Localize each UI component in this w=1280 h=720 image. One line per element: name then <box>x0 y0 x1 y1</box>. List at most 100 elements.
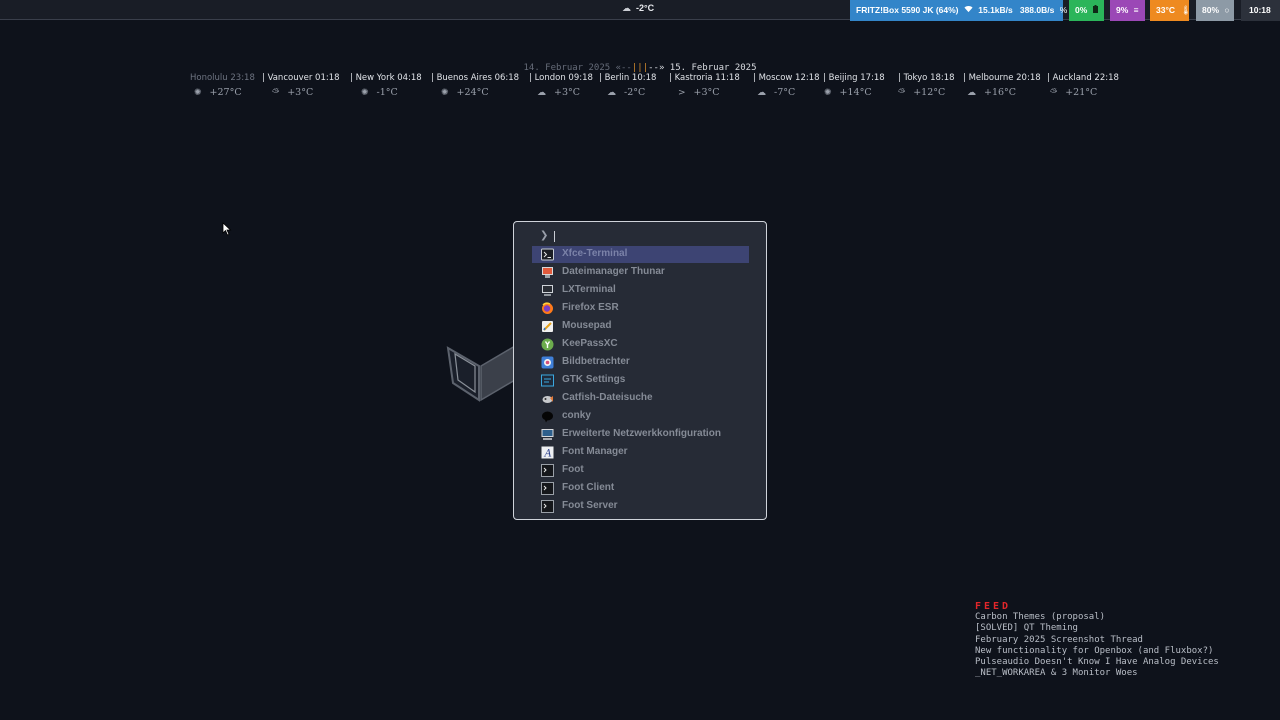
brightness-module[interactable]: 80% ○ <box>1196 0 1234 21</box>
city-weather: ☁ +3°C <box>537 87 580 98</box>
feed-item[interactable]: [SOLVED] QT Theming <box>975 623 1219 634</box>
launcher-item-label: Font Manager <box>562 446 628 457</box>
launcher-item-label: Bildbetrachter <box>562 356 630 367</box>
clock-time: 10:18 <box>1249 5 1271 15</box>
launcher-item-foot-server[interactable]: Foot Server <box>532 498 749 515</box>
launcher-item-mousepad[interactable]: Mousepad <box>532 318 749 335</box>
city-weather: ☁ -7°C <box>757 87 795 98</box>
cpu-module[interactable]: 9% ≡ <box>1110 0 1145 21</box>
launcher-item-gtk-settings[interactable]: GTK Settings <box>532 372 749 389</box>
partly-cloudy-icon: ⛅︎ <box>898 88 906 98</box>
temperature-module[interactable]: 33°C 🌡︎ <box>1150 0 1192 21</box>
sun-icon: ✺ <box>441 88 449 98</box>
launcher-item-font-manager[interactable]: A Font Manager <box>532 444 749 461</box>
clock-module[interactable]: 10:18 <box>1241 0 1280 21</box>
app-launcher[interactable]: ❯ Xfce-Terminal Dateimanager Thunar LXTe… <box>513 221 767 520</box>
launcher-item-label: Dateimanager Thunar <box>562 266 665 277</box>
launcher-item-thunar[interactable]: Dateimanager Thunar <box>532 264 749 281</box>
terminal-icon <box>541 500 554 513</box>
feed-item[interactable]: _NET_WORKAREA & 3 Monitor Woes <box>975 668 1219 679</box>
city-time: | New York 04:18 <box>350 73 422 83</box>
launcher-item-foot-client[interactable]: Foot Client <box>532 480 749 497</box>
image-viewer-icon <box>541 356 554 369</box>
text-caret <box>554 231 555 242</box>
wind-icon: > <box>678 88 686 98</box>
cloud-icon: ☁ <box>622 3 631 13</box>
launcher-item-label: Catfish-Dateisuche <box>562 392 653 403</box>
battery-icon <box>1092 5 1098 15</box>
city-temp: +14°C <box>839 87 872 98</box>
monitor-icon <box>542 285 553 296</box>
wifi-icon <box>964 5 975 15</box>
launcher-item-label: Foot Server <box>562 500 618 511</box>
network-module[interactable]: FRITZ!Box 5590 JK (64%) 15.1kB/s 388.0B/… <box>850 0 1067 21</box>
feed-item[interactable]: New functionality for Openbox (and Fluxb… <box>975 646 1219 657</box>
prompt-icon: ❯ <box>540 230 549 241</box>
city-temp: +21°C <box>1065 87 1098 98</box>
city-weather: ✺ +24°C <box>441 87 489 98</box>
launcher-item-keepassxc[interactable]: KeePassXC <box>532 336 749 353</box>
thermometer-icon: 🌡︎ <box>1180 5 1192 15</box>
battery-value: 0% <box>1075 5 1088 15</box>
cloud-icon: ☁ <box>607 88 616 98</box>
city-time: | Tokyo 18:18 <box>898 73 955 83</box>
launcher-item-bildbetrachter[interactable]: Bildbetrachter <box>532 354 749 371</box>
terminal-icon <box>541 248 554 261</box>
city-weather: ⛅︎ +21°C <box>1050 87 1097 98</box>
brightness-value: 80% <box>1202 5 1220 15</box>
sun-icon: ✺ <box>824 88 832 98</box>
city-time: | Auckland 22:18 <box>1047 73 1119 83</box>
feed-item[interactable]: Pulseaudio Doesn't Know I Have Analog De… <box>975 657 1219 668</box>
city-temp: +3°C <box>693 87 720 98</box>
weather-widget[interactable]: ☁ -2°C <box>622 3 654 14</box>
launcher-item-label: KeePassXC <box>562 338 618 349</box>
city-temp: +12°C <box>913 87 946 98</box>
launcher-search-input[interactable] <box>558 228 748 244</box>
city-temp: +3°C <box>554 87 581 98</box>
launcher-item-network-config[interactable]: Erweiterte Netzwerkkonfiguration <box>532 426 749 443</box>
city-time: | Buenos Aires 06:18 <box>431 73 520 83</box>
city-weather: > +3°C <box>678 87 720 98</box>
file-manager-icon <box>542 267 553 278</box>
cloud-icon: ☁ <box>537 88 546 98</box>
temperature-value: 33°C <box>1156 5 1175 15</box>
partly-cloudy-icon: ⛅︎ <box>272 88 280 98</box>
date-previous: 14. Februar 2025 «-- <box>523 63 632 73</box>
city-weather: ☁ -2°C <box>607 87 645 98</box>
city-weather: ✺ -1°C <box>361 87 398 98</box>
launcher-item-conky[interactable]: conky <box>532 408 749 425</box>
launcher-item-foot[interactable]: Foot <box>532 462 749 479</box>
feed-item[interactable]: Carbon Themes (proposal) <box>975 612 1219 623</box>
city-time: | Melbourne 20:18 <box>963 73 1041 83</box>
feed-item[interactable]: February 2025 Screenshot Thread <box>975 635 1219 646</box>
city-weather: ✺ +27°C <box>194 87 242 98</box>
city-time: | Beijing 17:18 <box>823 73 885 83</box>
city-weather: ⛅︎ +12°C <box>898 87 945 98</box>
launcher-item-catfish[interactable]: Catfish-Dateisuche <box>532 390 749 407</box>
launcher-item-label: Foot Client <box>562 482 615 493</box>
menu-lines-icon: ≡ <box>1133 5 1139 15</box>
svg-text:A: A <box>544 449 552 460</box>
conky-icon <box>542 411 553 423</box>
network-upload: 388.0B/s <box>1019 5 1055 15</box>
sun-icon: ✺ <box>194 88 202 98</box>
launcher-item-label: LXTerminal <box>562 284 616 295</box>
city-time: | Kastroria 11:18 <box>669 73 740 83</box>
city-temp: +24°C <box>456 87 489 98</box>
launcher-item-label: GTK Settings <box>562 374 626 385</box>
launcher-item-xfce-terminal[interactable]: Xfce-Terminal <box>532 246 749 263</box>
launcher-item-lxterminal[interactable]: LXTerminal <box>532 282 749 299</box>
cpu-value: 9% <box>1116 5 1129 15</box>
date-line: 14. Februar 2025 «--|||--» 15. Februar 2… <box>0 63 1280 73</box>
battery-module[interactable]: 0% <box>1069 0 1104 21</box>
launcher-item-firefox[interactable]: Firefox ESR <box>532 300 749 317</box>
city-temp: +3°C <box>287 87 314 98</box>
date-next: --» 15. Februar 2025 <box>648 63 757 73</box>
city-temp: -1°C <box>376 87 398 98</box>
date-marker: ||| <box>631 63 649 73</box>
terminal-icon <box>541 464 554 477</box>
city-weather: ✺ +14°C <box>824 87 872 98</box>
city-time: | Moscow 12:18 <box>753 73 820 83</box>
launcher-item-label: Foot <box>562 464 584 475</box>
launcher-item-label: Mousepad <box>562 320 612 331</box>
